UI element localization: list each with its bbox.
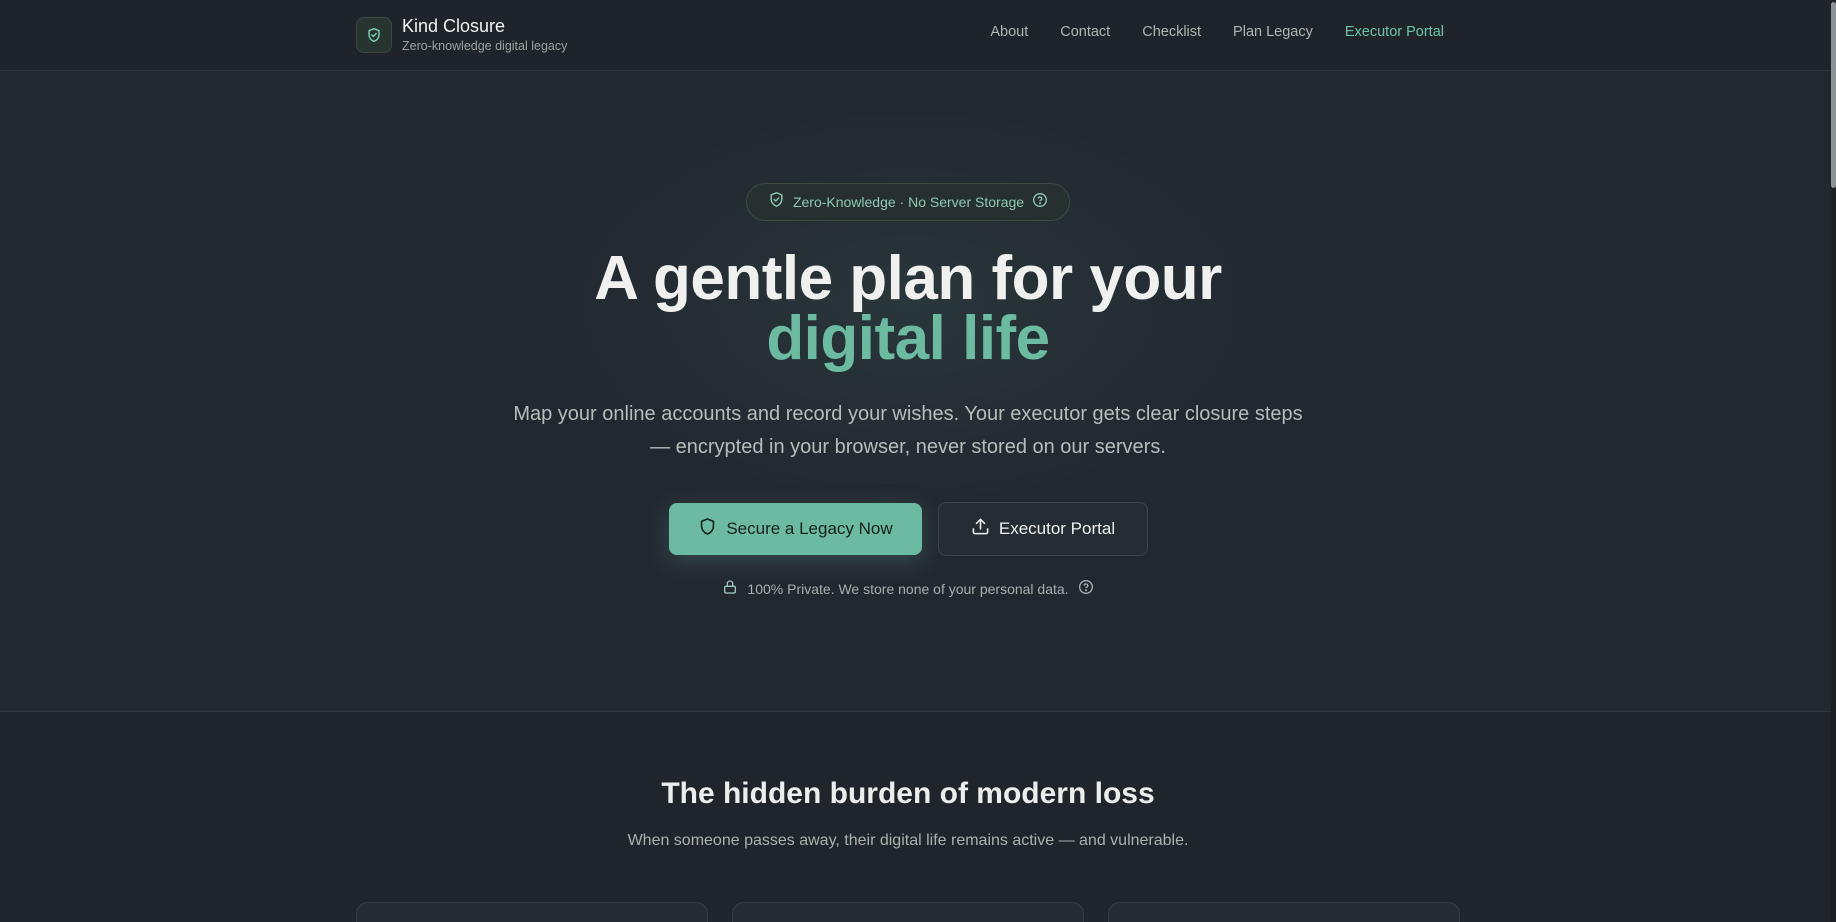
page-scrollbar[interactable] (1831, 0, 1836, 922)
burden-subtitle: When someone passes away, their digital … (627, 832, 1189, 849)
shield-icon (698, 517, 717, 541)
secure-legacy-button[interactable]: Secure a Legacy Now (669, 503, 922, 555)
help-circle-icon[interactable] (1032, 192, 1048, 213)
scrollbar-thumb[interactable] (1831, 2, 1836, 188)
burden-cards (356, 902, 1460, 922)
burden-title: The hidden burden of modern loss (661, 777, 1155, 810)
shield-check-icon (768, 191, 785, 213)
site-header: Kind Closure Zero-knowledge digital lega… (0, 0, 1831, 71)
nav-plan-legacy[interactable]: Plan Legacy (1233, 22, 1313, 42)
page: Kind Closure Zero-knowledge digital lega… (0, 0, 1836, 922)
brand-text: Kind Closure Zero-knowledge digital lega… (402, 15, 567, 54)
burden-card (356, 902, 708, 922)
cta-row: Secure a Legacy Now Executor Portal (669, 502, 1148, 556)
lock-icon (722, 579, 738, 598)
upload-icon (971, 517, 990, 541)
executor-portal-button[interactable]: Executor Portal (938, 502, 1148, 556)
burden-card (732, 902, 1084, 922)
brand-tagline: Zero-knowledge digital legacy (402, 39, 568, 53)
badge-text: Zero-Knowledge · No Server Storage (792, 194, 1025, 210)
headline-line-1: A gentle plan for your (594, 244, 1222, 313)
help-circle-icon[interactable] (1078, 579, 1094, 598)
nav-about[interactable]: About (990, 22, 1028, 42)
nav-checklist[interactable]: Checklist (1142, 22, 1201, 42)
hero-subtext: Map your online accounts and record your… (513, 403, 1303, 458)
secure-legacy-label: Secure a Legacy Now (726, 519, 893, 538)
headline-accent: digital life (766, 304, 1050, 373)
burden-card (1108, 902, 1460, 922)
hero-section: Zero-Knowledge · No Server Storage A gen… (0, 71, 1831, 712)
privacy-note: 100% Private. We store none of your pers… (0, 579, 1816, 598)
main-nav: About Contact Checklist Plan Legacy Exec… (990, 22, 1444, 42)
hero-headline: A gentle plan for your digital life (0, 248, 1816, 373)
brand[interactable]: Kind Closure Zero-knowledge digital lega… (356, 15, 567, 54)
shield-check-icon (356, 16, 392, 53)
zero-knowledge-badge: Zero-Knowledge · No Server Storage (746, 183, 1070, 221)
nav-contact[interactable]: Contact (1060, 22, 1110, 42)
executor-portal-label: Executor Portal (998, 519, 1116, 538)
brand-name: Kind Closure (402, 16, 506, 36)
privacy-text: 100% Private. We store none of your pers… (747, 580, 1069, 597)
nav-executor-portal[interactable]: Executor Portal (1345, 22, 1444, 42)
